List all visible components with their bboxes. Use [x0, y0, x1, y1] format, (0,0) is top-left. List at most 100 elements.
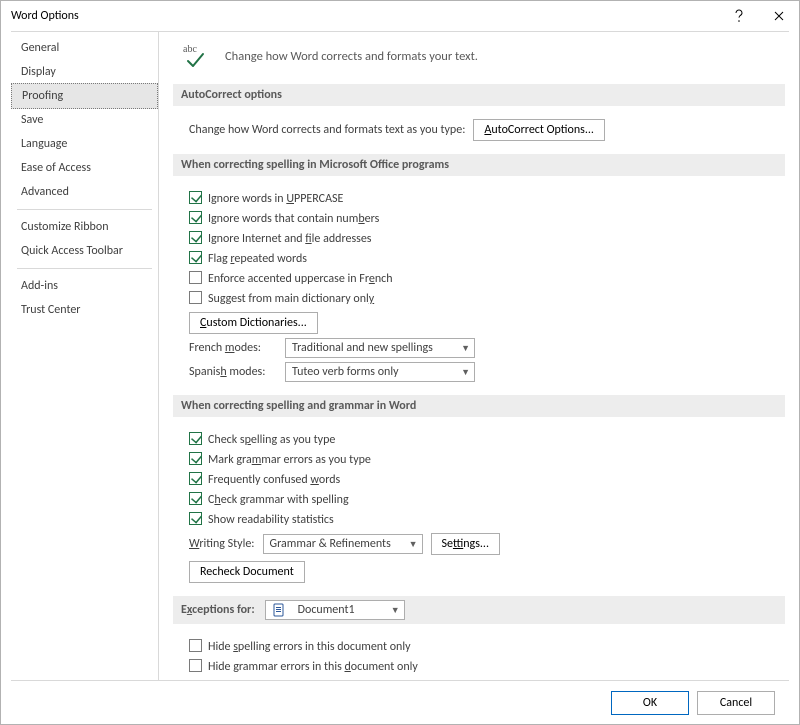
option-label: Enforce accented uppercase in French	[208, 272, 393, 286]
word-options-dialog: Word Options GeneralDisplayProofingSaveL…	[0, 0, 800, 725]
option-label: Mark grammar errors as you type	[208, 453, 371, 467]
option-check-spelling-as-you-type[interactable]: Check spelling as you type	[189, 430, 785, 447]
ok-button[interactable]: OK	[611, 691, 689, 715]
option-label: Frequently confused words	[208, 473, 340, 487]
checkbox[interactable]	[189, 432, 202, 445]
titlebar: Word Options	[1, 1, 799, 31]
option-ignore-words-that-contain-numbers[interactable]: Ignore words that contain numbers	[189, 209, 785, 226]
checkbox[interactable]	[189, 231, 202, 244]
checkbox[interactable]	[189, 659, 202, 672]
sidebar-item-save[interactable]: Save	[11, 108, 158, 132]
option-check-grammar-with-spelling[interactable]: Check grammar with spelling	[189, 490, 785, 507]
option-label: Hide grammar errors in this document onl…	[208, 660, 418, 674]
chevron-down-icon: ▼	[409, 539, 418, 550]
checkbox[interactable]	[189, 191, 202, 204]
select-value: Tuteo verb forms only	[292, 365, 399, 379]
french-modes-label: French modes:	[189, 341, 277, 355]
content-area: abc Change how Word corrects and formats…	[159, 32, 789, 680]
custom-dictionaries-button[interactable]: Custom Dictionaries...	[189, 312, 318, 334]
help-button[interactable]	[719, 1, 759, 31]
option-suggest-from-main-dictionary-only[interactable]: Suggest from main dictionary only	[189, 289, 785, 306]
sidebar-item-advanced[interactable]: Advanced	[11, 180, 158, 204]
option-label: Ignore words in UPPERCASE	[208, 192, 343, 206]
writing-style-label: Writing Style:	[189, 537, 255, 551]
spanish-modes-select[interactable]: Tuteo verb forms only ▼	[285, 362, 475, 382]
dialog-footer: OK Cancel	[11, 680, 789, 724]
group-office-spelling: Ignore words in UPPERCASE Ignore words th…	[173, 184, 785, 395]
checkbox[interactable]	[189, 512, 202, 525]
chevron-down-icon: ▼	[391, 605, 400, 616]
intro-text: Change how Word corrects and formats you…	[225, 49, 478, 64]
sidebar: GeneralDisplayProofingSaveLanguageEase o…	[11, 32, 159, 680]
option-label: Suggest from main dictionary only	[208, 292, 374, 306]
btn-label: utoCorrect Options...	[491, 123, 594, 137]
option-frequently-confused-words[interactable]: Frequently confused words	[189, 470, 785, 487]
chevron-down-icon: ▼	[461, 343, 470, 354]
checkbox[interactable]	[189, 639, 202, 652]
sidebar-item-display[interactable]: Display	[11, 60, 158, 84]
option-flag-repeated-words[interactable]: Flag repeated words	[189, 249, 785, 266]
option-hide-spelling-errors-in-this-document-on[interactable]: Hide spelling errors in this document on…	[189, 637, 785, 654]
option-enforce-accented-uppercase-in-french[interactable]: Enforce accented uppercase in French	[189, 269, 785, 286]
svg-text:abc: abc	[183, 44, 197, 55]
option-hide-grammar-errors-in-this-document-onl[interactable]: Hide grammar errors in this document onl…	[189, 657, 785, 674]
checkbox[interactable]	[189, 291, 202, 304]
exceptions-document-value: Document1	[298, 603, 355, 617]
document-icon	[272, 603, 286, 617]
group-word-spelling: Check spelling as you type Mark grammar e…	[173, 425, 785, 596]
intro: abc Change how Word corrects and formats…	[183, 42, 785, 70]
option-show-readability-statistics[interactable]: Show readability statistics	[189, 510, 785, 527]
select-value: Grammar & Refinements	[270, 537, 391, 551]
option-mark-grammar-errors-as-you-type[interactable]: Mark grammar errors as you type	[189, 450, 785, 467]
sidebar-item-general[interactable]: General	[11, 36, 158, 60]
content-scroll[interactable]: abc Change how Word corrects and formats…	[159, 32, 789, 680]
french-modes-select[interactable]: Traditional and new spellings ▼	[285, 338, 475, 358]
autocorrect-options-button[interactable]: AutoCorrect Options...	[473, 119, 605, 141]
sidebar-separator	[17, 209, 152, 210]
option-label: Ignore Internet and file addresses	[208, 232, 372, 246]
checkbox[interactable]	[189, 271, 202, 284]
close-button[interactable]	[759, 1, 799, 31]
section-word-spelling: When correcting spelling and grammar in …	[173, 395, 785, 417]
settings-button[interactable]: Settings...	[431, 533, 500, 555]
sidebar-separator	[17, 268, 152, 269]
help-icon	[734, 9, 744, 23]
recheck-document-button[interactable]: Recheck Document	[189, 561, 305, 583]
sidebar-item-add-ins[interactable]: Add-ins	[11, 274, 158, 298]
sidebar-item-quick-access-toolbar[interactable]: Quick Access Toolbar	[11, 239, 158, 263]
section-autocorrect: AutoCorrect options	[173, 84, 785, 106]
option-label: Check spelling as you type	[208, 433, 335, 447]
dialog-body: GeneralDisplayProofingSaveLanguageEase o…	[11, 31, 789, 680]
select-value: Traditional and new spellings	[292, 341, 433, 355]
section-office-spelling: When correcting spelling in Microsoft Of…	[173, 154, 785, 176]
exceptions-title: Exceptions for:	[181, 603, 255, 617]
chevron-down-icon: ▼	[461, 367, 470, 378]
option-label: Show readability statistics	[208, 513, 334, 527]
writing-style-select[interactable]: Grammar & Refinements ▼	[263, 534, 423, 554]
option-ignore-internet-and-file-addresses[interactable]: Ignore Internet and file addresses	[189, 229, 785, 246]
sidebar-item-ease-of-access[interactable]: Ease of Access	[11, 156, 158, 180]
option-label: Flag repeated words	[208, 252, 307, 266]
sidebar-item-trust-center[interactable]: Trust Center	[11, 298, 158, 322]
option-label: Hide spelling errors in this document on…	[208, 640, 411, 654]
sidebar-item-customize-ribbon[interactable]: Customize Ribbon	[11, 215, 158, 239]
group-autocorrect: Change how Word corrects and formats tex…	[173, 114, 785, 154]
option-label: Ignore words that contain numbers	[208, 212, 379, 226]
option-label: Check grammar with spelling	[208, 493, 349, 507]
sidebar-item-language[interactable]: Language	[11, 132, 158, 156]
cancel-button[interactable]: Cancel	[697, 691, 775, 715]
close-icon	[774, 11, 784, 21]
autocorrect-desc: Change how Word corrects and formats tex…	[189, 123, 465, 137]
checkbox[interactable]	[189, 472, 202, 485]
exceptions-document-select[interactable]: Document1 ▼	[265, 600, 405, 620]
group-exceptions: Hide spelling errors in this document on…	[173, 632, 785, 680]
sidebar-item-proofing[interactable]: Proofing	[11, 83, 158, 109]
checkbox[interactable]	[189, 251, 202, 264]
checkbox[interactable]	[189, 492, 202, 505]
spanish-modes-label: Spanish modes:	[189, 365, 277, 379]
option-ignore-words-in-uppercase[interactable]: Ignore words in UPPERCASE	[189, 189, 785, 206]
checkbox[interactable]	[189, 211, 202, 224]
checkbox[interactable]	[189, 452, 202, 465]
section-exceptions: Exceptions for: Document1 ▼	[173, 596, 785, 624]
window-title: Word Options	[11, 9, 719, 23]
